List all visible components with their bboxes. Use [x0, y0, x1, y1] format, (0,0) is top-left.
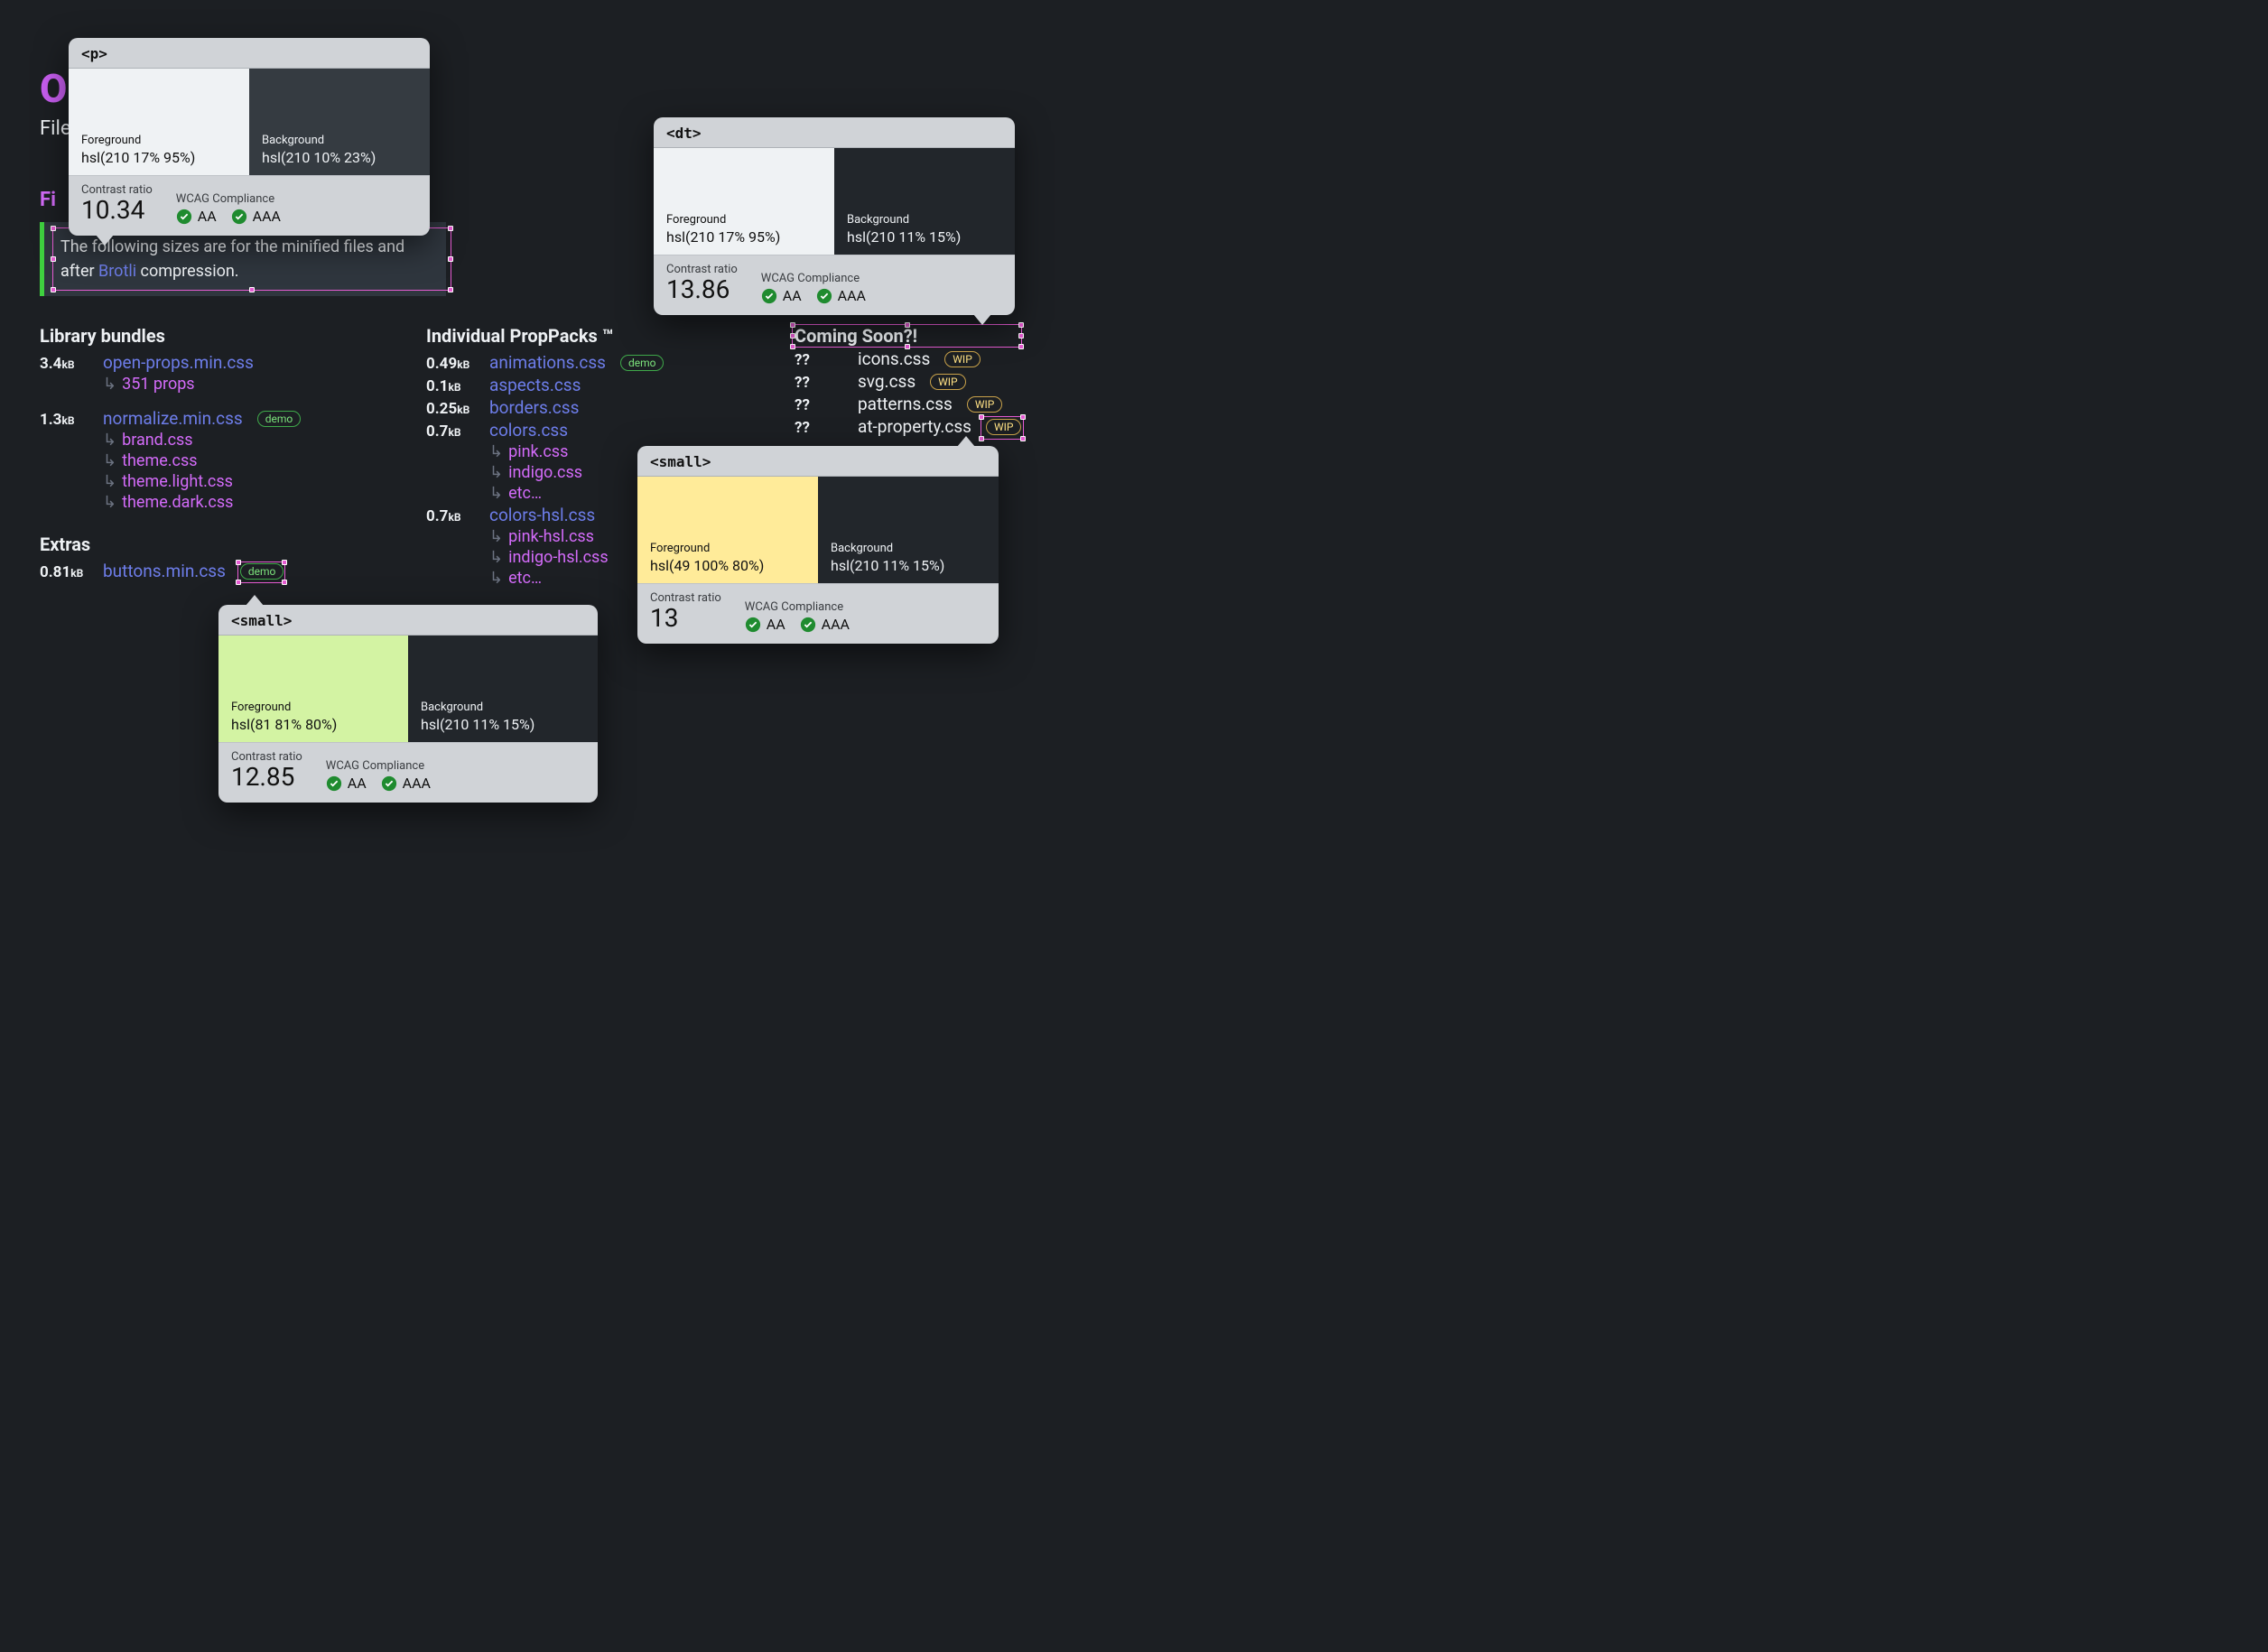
turn-down-right-icon: ↳	[103, 451, 116, 470]
check-circle-icon	[176, 209, 192, 225]
card-tag: <small>	[218, 605, 598, 636]
check-circle-icon	[745, 617, 761, 633]
turn-down-right-icon: ↳	[489, 484, 503, 503]
file-name-icons: icons.css	[858, 348, 930, 369]
wcag-aaa-pass: AAA	[381, 775, 431, 792]
file-size: 0.25kB	[426, 400, 479, 418]
check-circle-icon	[800, 617, 816, 633]
check-circle-icon	[816, 288, 832, 304]
brotli-link[interactable]: Brotli	[98, 262, 136, 281]
file-size: ??	[795, 419, 847, 437]
file-link-normalize[interactable]: normalize.min.css	[103, 408, 243, 429]
turn-down-right-icon: ↳	[489, 548, 503, 567]
file-link-colors-hsl[interactable]: colors-hsl.css	[489, 505, 595, 525]
turn-down-right-icon: ↳	[489, 463, 503, 482]
file-link-open-props[interactable]: open-props.min.css	[103, 352, 254, 373]
demo-badge[interactable]: demo	[257, 411, 302, 427]
file-link-colors[interactable]: colors.css	[489, 420, 568, 441]
demo-badge[interactable]: demo	[620, 355, 665, 371]
contrast-card-small-yellow: <small> Foreground hsl(49 100% 80%) Back…	[637, 446, 999, 644]
sub-item: ↳theme.light.css	[103, 472, 383, 491]
file-name-svg: svg.css	[858, 371, 916, 392]
wcag-aaa-pass: AAA	[816, 287, 866, 304]
card-tag: <p>	[69, 38, 430, 69]
wcag-aa-pass: AA	[326, 775, 367, 792]
contrast-card-p: <p> Foreground hsl(210 17% 95%) Backgrou…	[69, 38, 430, 236]
turn-down-right-icon: ↳	[103, 493, 116, 512]
file-name-at-property: at-property.css	[858, 416, 971, 437]
file-link-aspects[interactable]: aspects.css	[489, 375, 581, 395]
file-size: 0.81kB	[40, 563, 92, 581]
sub-item: ↳theme.css	[103, 451, 383, 470]
demo-badge[interactable]: demo	[240, 563, 284, 580]
wip-badge: WIP	[967, 396, 1002, 413]
fg-swatch: Foreground hsl(81 81% 80%)	[218, 636, 408, 742]
fg-swatch: Foreground hsl(210 17% 95%)	[654, 148, 834, 255]
file-size: 0.1kB	[426, 377, 479, 395]
wip-badge: WIP	[930, 374, 965, 390]
file-size: 0.7kB	[426, 422, 479, 441]
fg-swatch: Foreground hsl(49 100% 80%)	[637, 477, 818, 583]
turn-down-right-icon: ↳	[489, 569, 503, 588]
turn-down-right-icon: ↳	[489, 527, 503, 546]
card-tag: <dt>	[654, 117, 1015, 148]
wcag-aa-pass: AA	[761, 287, 802, 304]
bg-swatch: Background hsl(210 10% 23%)	[249, 69, 430, 175]
file-size: 0.49kB	[426, 355, 479, 373]
file-link-buttons[interactable]: buttons.min.css	[103, 561, 226, 581]
callout-text-post: compression.	[136, 262, 238, 281]
file-link-borders[interactable]: borders.css	[489, 397, 579, 418]
proppacks-title: Individual PropPacks ™	[426, 325, 751, 347]
contrast-card-dt: <dt> Foreground hsl(210 17% 95%) Backgro…	[654, 117, 1015, 315]
wcag-aaa-pass: AAA	[231, 208, 281, 225]
sub-item: ↳351 props	[103, 375, 383, 394]
bg-swatch: Background hsl(210 11% 15%)	[818, 477, 999, 583]
file-size: ??	[795, 396, 847, 414]
contrast-ratio: 13.86	[666, 274, 738, 304]
file-size: ??	[795, 374, 847, 392]
library-bundles-title: Library bundles	[40, 325, 383, 347]
contrast-card-small-green: <small> Foreground hsl(81 81% 80%) Backg…	[218, 605, 598, 803]
contrast-ratio: 10.34	[81, 195, 153, 225]
file-size: 1.3kB	[40, 411, 92, 429]
wcag-aa-pass: AA	[745, 616, 785, 633]
coming-soon-title: Coming Soon?!	[795, 325, 917, 347]
wcag-aaa-pass: AAA	[800, 616, 850, 633]
turn-down-right-icon: ↳	[103, 472, 116, 491]
wip-badge: WIP	[986, 419, 1021, 435]
check-circle-icon	[326, 775, 342, 792]
turn-down-right-icon: ↳	[103, 431, 116, 450]
contrast-ratio: 13	[650, 603, 721, 633]
file-size: 0.7kB	[426, 507, 479, 525]
check-circle-icon	[231, 209, 247, 225]
sub-item: ↳theme.dark.css	[103, 493, 383, 512]
wip-badge: WIP	[944, 351, 980, 367]
sub-item: ↳brand.css	[103, 431, 383, 450]
check-circle-icon	[761, 288, 777, 304]
file-size: ??	[795, 351, 847, 369]
turn-down-right-icon: ↳	[103, 375, 116, 394]
file-name-patterns: patterns.css	[858, 394, 953, 414]
fg-swatch: Foreground hsl(210 17% 95%)	[69, 69, 249, 175]
contrast-ratio: 12.85	[231, 762, 302, 792]
bg-swatch: Background hsl(210 11% 15%)	[408, 636, 598, 742]
card-tag: <small>	[637, 446, 999, 477]
check-circle-icon	[381, 775, 397, 792]
turn-down-right-icon: ↳	[489, 442, 503, 461]
extras-title: Extras	[40, 534, 383, 555]
file-link-animations[interactable]: animations.css	[489, 352, 606, 373]
bg-swatch: Background hsl(210 11% 15%)	[834, 148, 1015, 255]
file-size: 3.4kB	[40, 355, 92, 373]
wcag-aa-pass: AA	[176, 208, 217, 225]
